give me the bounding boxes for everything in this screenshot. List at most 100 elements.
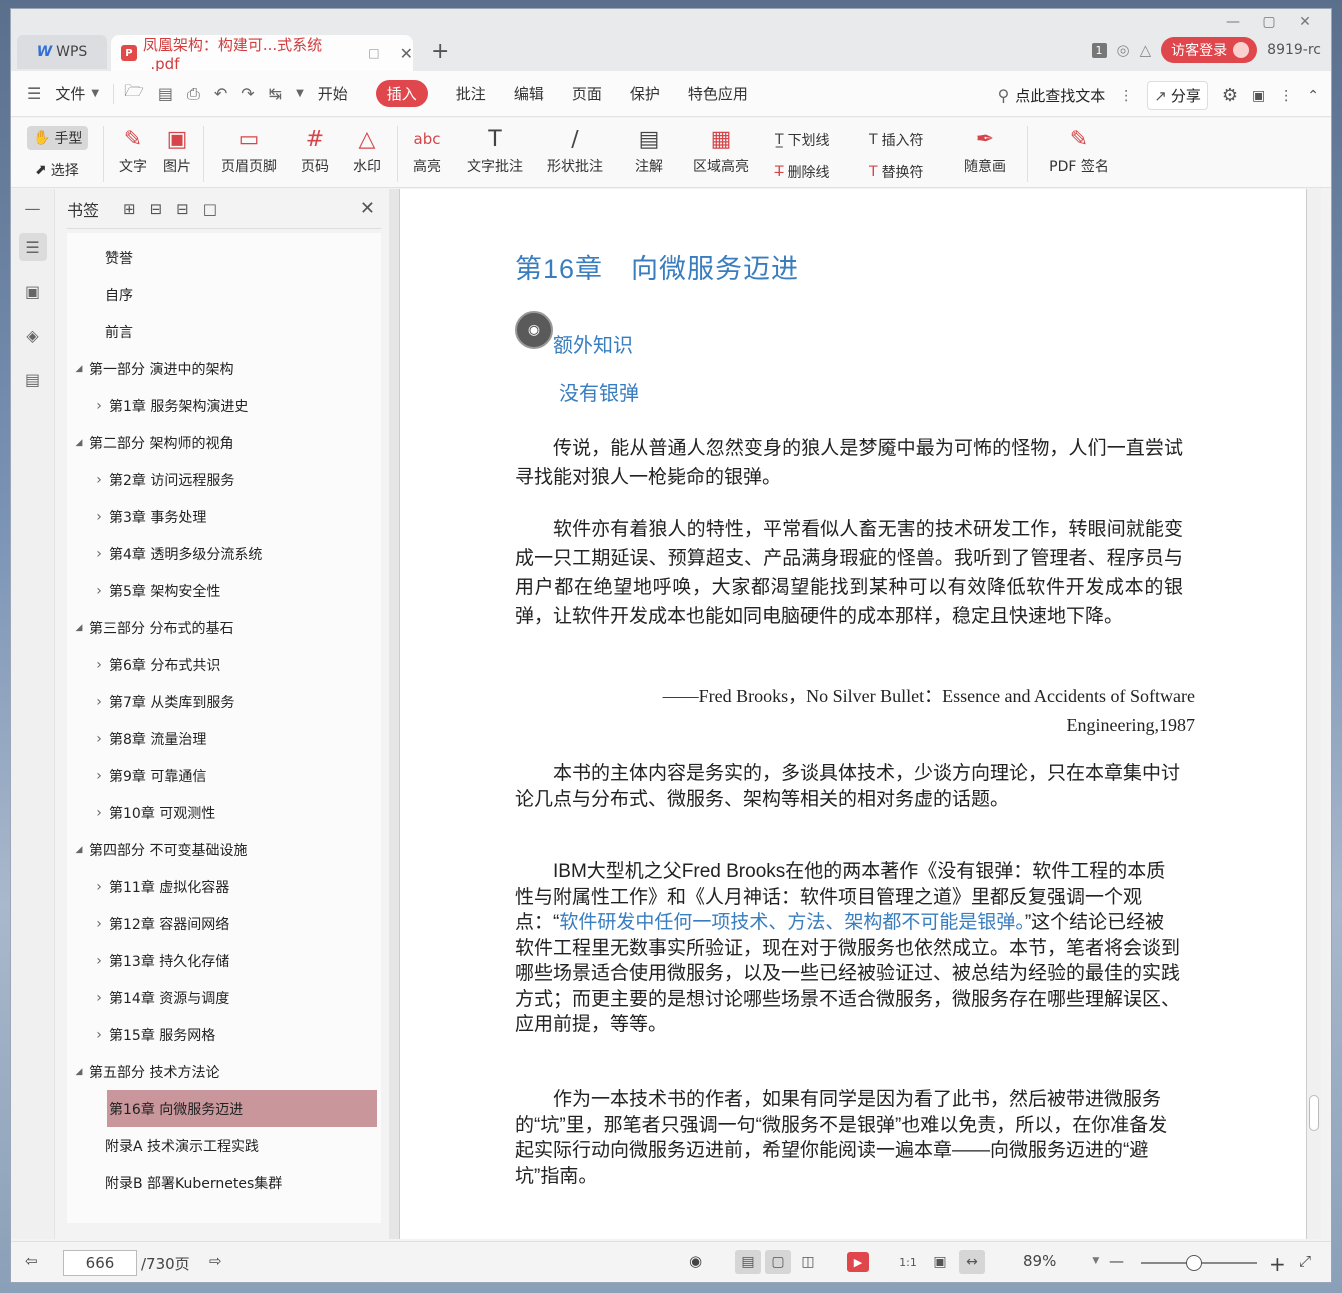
header-footer-button[interactable]: ▭ 页眉页脚: [211, 122, 287, 176]
insert-text-button[interactable]: ✎ 文字: [115, 122, 151, 176]
tab-edit[interactable]: 编辑: [514, 83, 544, 104]
collapsed-arrow-icon[interactable]: ›: [93, 805, 105, 821]
expanded-arrow-icon[interactable]: ◢: [73, 623, 85, 633]
add-bookmark-icon[interactable]: ⊟: [176, 200, 189, 218]
zoom-out-button[interactable]: —: [1109, 1252, 1124, 1270]
bookmark-item[interactable]: ◢ 第五部分 技术方法论: [67, 1053, 381, 1090]
bookmark-item[interactable]: › 第10章 可观测性: [67, 794, 381, 831]
play-button[interactable]: ▶: [847, 1252, 869, 1272]
more-options-icon[interactable]: ⋮: [1279, 88, 1293, 104]
zoom-in-button[interactable]: +: [1269, 1252, 1286, 1276]
skin-icon[interactable]: ◎: [1117, 41, 1130, 59]
text-comment-button[interactable]: T 文字批注: [463, 122, 527, 176]
bookmark-item[interactable]: › 第12章 容器间网络: [67, 905, 381, 942]
new-tab-button[interactable]: +: [431, 39, 449, 64]
freehand-button[interactable]: ✒ 随意画: [955, 122, 1015, 176]
close-icon[interactable]: ✕: [1287, 11, 1323, 33]
drag-handle-icon[interactable]: —: [19, 199, 47, 218]
insert-image-button[interactable]: ▣ 图片: [159, 122, 195, 176]
double-page-view-icon[interactable]: ◫: [795, 1250, 821, 1274]
bookmark-item[interactable]: › 第5章 架构安全性: [67, 572, 381, 609]
collapsed-arrow-icon[interactable]: ›: [93, 990, 105, 1006]
continuous-view-icon[interactable]: ▤: [735, 1250, 761, 1274]
tab-start[interactable]: 开始: [318, 83, 348, 104]
bookmark-item[interactable]: 附录A 技术演示工程实践: [67, 1127, 381, 1164]
collapse-ribbon-icon[interactable]: ⌃: [1307, 88, 1319, 104]
more-dropdown-icon[interactable]: ▼: [296, 88, 304, 99]
single-page-view-icon[interactable]: ▢: [765, 1250, 791, 1274]
collapsed-arrow-icon[interactable]: ›: [93, 657, 105, 673]
collapsed-arrow-icon[interactable]: ›: [93, 694, 105, 710]
tab-page[interactable]: 页面: [572, 83, 602, 104]
next-page-button[interactable]: ⇨: [209, 1252, 222, 1270]
bookmark-item[interactable]: ◢ 第二部分 架构师的视角: [67, 424, 381, 461]
annotation-icon[interactable]: ◈: [19, 321, 47, 349]
bookmark-item[interactable]: › 第4章 透明多级分流系统: [67, 535, 381, 572]
tab-comment[interactable]: 批注: [456, 83, 486, 104]
tab-protect[interactable]: 保护: [630, 83, 660, 104]
collapsed-arrow-icon[interactable]: ›: [93, 583, 105, 599]
bookmark-item[interactable]: › 第9章 可靠通信: [67, 757, 381, 794]
bookmark-item[interactable]: 附录B 部署Kubernetes集群: [67, 1164, 381, 1201]
eye-protection-button[interactable]: ◉: [689, 1252, 702, 1270]
highlight-button[interactable]: abc 高亮: [405, 122, 449, 176]
search-text-button[interactable]: 点此查找文本: [1015, 85, 1105, 106]
collapsed-arrow-icon[interactable]: ›: [107, 1101, 119, 1117]
maximize-icon[interactable]: ▢: [1251, 11, 1287, 33]
bookmark-item[interactable]: › 第7章 从类库到服务: [67, 683, 381, 720]
expanded-arrow-icon[interactable]: ◢: [73, 438, 85, 448]
bookmark-item[interactable]: › 第2章 访问远程服务: [67, 461, 381, 498]
collapse-all-icon[interactable]: ⊟: [150, 200, 163, 218]
scrollbar-thumb[interactable]: [1309, 1095, 1319, 1131]
bookmark-item[interactable]: › 第6章 分布式共识: [67, 646, 381, 683]
bookmark-item[interactable]: › 第15章 服务网格: [67, 1016, 381, 1053]
monitor-icon[interactable]: □: [368, 46, 379, 60]
actual-size-icon[interactable]: 1:1: [895, 1250, 921, 1274]
tab-insert[interactable]: 插入: [375, 80, 428, 107]
print-icon[interactable]: ⎙: [187, 84, 200, 104]
bookmark-item[interactable]: › 第1章 服务架构演进史: [67, 387, 381, 424]
expand-all-icon[interactable]: ⊞: [123, 200, 136, 218]
fit-page-icon[interactable]: ▣: [927, 1250, 953, 1274]
bookmark-item[interactable]: ◢ 第四部分 不可变基础设施: [67, 831, 381, 868]
settings-gear-icon[interactable]: ⚙: [1222, 85, 1238, 106]
replace-char-button[interactable]: T 替换符: [869, 162, 924, 182]
fullscreen-button[interactable]: ⤢: [1299, 1252, 1311, 1270]
bookmark-item[interactable]: 前言: [67, 313, 381, 350]
bookmark-item[interactable]: 赞誉: [67, 239, 381, 276]
document-viewport[interactable]: 第16章 向微服务迈进 ◉ 额外知识 没有银弹 传说，能从普通人忽然变身的狼人是…: [389, 189, 1321, 1239]
watermark-button[interactable]: △ 水印: [345, 122, 389, 176]
bookmark-item[interactable]: ◢ 第三部分 分布式的基石: [67, 609, 381, 646]
strikethrough-button[interactable]: T̶ 删除线: [775, 162, 830, 182]
open-folder-icon[interactable]: 🗁: [124, 80, 144, 107]
search-icon[interactable]: ⚲: [998, 86, 1010, 105]
shape-comment-button[interactable]: ∕ 形状批注: [539, 122, 611, 176]
bookmark-item[interactable]: › 第3章 事务处理: [67, 498, 381, 535]
hand-tool-button[interactable]: ✋ 手型: [27, 126, 89, 150]
hamburger-menu-icon[interactable]: ☰: [27, 84, 41, 103]
bookmark-item[interactable]: 自序: [67, 276, 381, 313]
login-button[interactable]: 访客登录: [1161, 37, 1258, 63]
zoom-slider[interactable]: [1141, 1255, 1257, 1271]
wps-home-tab[interactable]: W WPS: [17, 35, 107, 69]
collapsed-arrow-icon[interactable]: ›: [93, 509, 105, 525]
collapsed-arrow-icon[interactable]: ›: [93, 731, 105, 747]
close-tab-icon[interactable]: ✕: [400, 44, 413, 63]
collapsed-arrow-icon[interactable]: ›: [93, 1027, 105, 1043]
pdf-sign-button[interactable]: ✎ PDF 签名: [1041, 122, 1117, 176]
redo-icon[interactable]: ↷: [241, 84, 254, 103]
collapsed-arrow-icon[interactable]: ›: [93, 953, 105, 969]
collapsed-arrow-icon[interactable]: ›: [93, 546, 105, 562]
close-panel-icon[interactable]: ✕: [360, 198, 375, 219]
page-number-input[interactable]: 666: [63, 1250, 137, 1276]
more-vertical-icon[interactable]: ⋮: [1119, 88, 1133, 104]
prev-page-button[interactable]: ⇦: [25, 1252, 38, 1270]
bookmark-item[interactable]: › 第14章 资源与调度: [67, 979, 381, 1016]
expanded-arrow-icon[interactable]: ◢: [73, 845, 85, 855]
insert-char-button[interactable]: T 插入符: [869, 130, 924, 150]
attachment-icon[interactable]: ▤: [19, 365, 47, 393]
collapsed-arrow-icon[interactable]: ›: [93, 768, 105, 784]
save-icon[interactable]: ▤: [158, 84, 173, 103]
expanded-arrow-icon[interactable]: ◢: [73, 1067, 85, 1077]
bookmark-options-icon[interactable]: □: [203, 200, 217, 218]
